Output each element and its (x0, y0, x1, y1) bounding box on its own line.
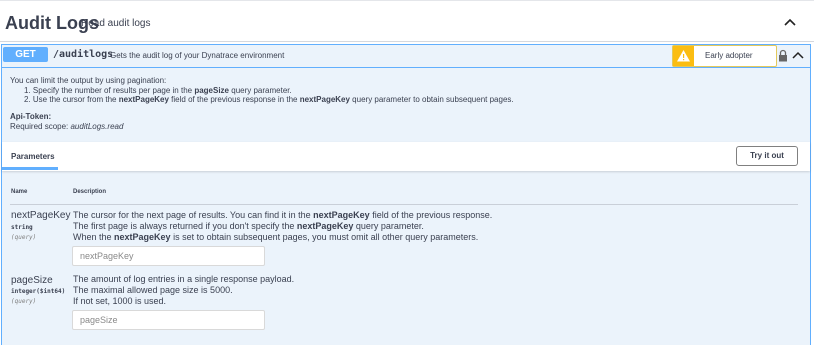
tab-parameters[interactable]: Parameters (11, 152, 55, 161)
parameters-header: Parameters Try it out (2, 142, 810, 171)
early-adopter-badge: Early adopter (672, 45, 777, 67)
section-header[interactable]: Audit Logs Read audit logs (0, 1, 814, 42)
description-step-1: 1. Specify the number of results per pag… (24, 85, 292, 95)
param-type: integer($int64) (11, 288, 66, 295)
tab-underline (2, 167, 58, 170)
param-description: The amount of log entries in a single re… (73, 274, 295, 306)
param-name: nextPageKey (11, 210, 71, 221)
operation-description: You can limit the output by using pagina… (10, 76, 514, 105)
section-description: Read audit logs (81, 18, 151, 29)
page-size-input[interactable] (72, 310, 265, 330)
operation-summary-text: Gets the audit log of your Dynatrace env… (110, 51, 285, 60)
operation-path: /auditlogs (53, 49, 114, 60)
param-description: The cursor for the next page of results.… (73, 210, 493, 242)
param-location: (query) (11, 234, 37, 241)
lock-icon[interactable] (778, 49, 788, 62)
operation-block: GET /auditlogs Gets the audit log of you… (1, 44, 811, 345)
method-badge: GET (3, 47, 48, 62)
header-divider (10, 204, 798, 205)
param-name: pageSize (11, 275, 53, 286)
operation-summary[interactable]: GET /auditlogs Gets the audit log of you… (2, 45, 810, 68)
try-it-out-button[interactable]: Try it out (736, 146, 798, 166)
required-scope: Required scope: auditLogs.read (10, 122, 124, 131)
param-type: string (11, 224, 33, 231)
column-header-description: Description (73, 189, 107, 195)
chevron-up-icon[interactable] (782, 14, 798, 30)
column-header-name: Name (11, 189, 28, 195)
description-intro: You can limit the output by using pagina… (10, 76, 167, 85)
next-page-key-input[interactable] (72, 246, 265, 266)
api-token-label: Api-Token: (10, 112, 52, 121)
warning-icon (673, 46, 694, 66)
param-location: (query) (11, 298, 37, 305)
chevron-up-icon[interactable] (792, 50, 804, 60)
description-step-2: 2. Use the cursor from the nextPageKey f… (24, 95, 514, 104)
early-adopter-label: Early adopter (705, 51, 753, 60)
